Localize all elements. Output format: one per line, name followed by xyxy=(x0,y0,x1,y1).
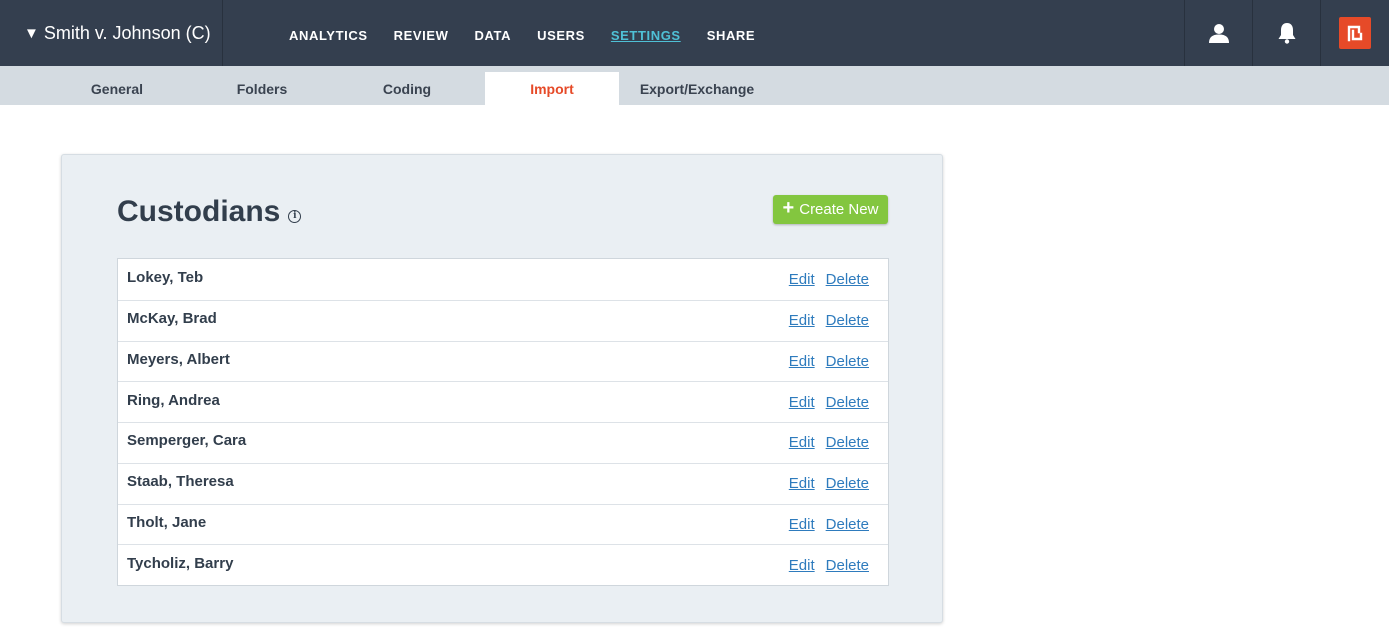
edit-link[interactable]: Edit xyxy=(789,475,815,492)
delete-link[interactable]: Delete xyxy=(826,271,869,288)
delete-link[interactable]: Delete xyxy=(826,557,869,574)
edit-link[interactable]: Edit xyxy=(789,516,815,533)
custodian-name: Ring, Andrea xyxy=(127,391,220,409)
table-row: Ring, Andrea Edit Delete xyxy=(118,381,888,422)
tab-export-exchange[interactable]: Export/Exchange xyxy=(630,72,764,105)
table-row: Tholt, Jane Edit Delete xyxy=(118,503,888,545)
user-icon xyxy=(1208,24,1229,43)
plus-icon: + xyxy=(782,197,795,219)
custodian-name: Lokey, Teb xyxy=(127,268,204,286)
row-actions: Edit Delete xyxy=(778,505,869,545)
create-new-button[interactable]: + Create New xyxy=(773,195,888,224)
tab-coding[interactable]: Coding xyxy=(340,72,474,105)
delete-link[interactable]: Delete xyxy=(826,434,869,451)
edit-link[interactable]: Edit xyxy=(789,434,815,451)
row-actions: Edit Delete xyxy=(778,301,869,341)
table-row: Meyers, Albert Edit Delete xyxy=(118,340,888,382)
nav-review[interactable]: REVIEW xyxy=(394,24,449,43)
brand-logo-button[interactable] xyxy=(1320,0,1389,66)
nav-users[interactable]: USERS xyxy=(537,24,585,43)
edit-link[interactable]: Edit xyxy=(789,312,815,329)
custodian-name: McKay, Brad xyxy=(127,310,217,328)
custodians-panel: Custodians i + Create New Lokey, Teb Edit… xyxy=(61,154,943,623)
user-menu-button[interactable] xyxy=(1184,0,1252,66)
tab-import[interactable]: Import xyxy=(485,72,619,105)
tab-general[interactable]: General xyxy=(50,72,184,105)
tab-folders[interactable]: Folders xyxy=(195,72,329,105)
case-selector[interactable]: ▼ Smith v. Johnson (C) xyxy=(0,0,223,66)
settings-subtabs: General Folders Coding Import Export/Exc… xyxy=(0,66,1389,105)
page-title: Custodians i xyxy=(117,195,302,229)
edit-link[interactable]: Edit xyxy=(789,271,815,288)
custodian-list: Lokey, Teb Edit Delete McKay, Brad Edit Delet… xyxy=(117,258,889,586)
edit-link[interactable]: Edit xyxy=(789,557,815,574)
top-navigation-bar: ▼ Smith v. Johnson (C) ANALYTICS REVIEW … xyxy=(0,0,1389,66)
row-actions: Edit Delete xyxy=(778,464,869,504)
brand-logo-icon xyxy=(1339,17,1371,49)
notifications-button[interactable] xyxy=(1252,0,1320,66)
dropdown-caret-icon: ▼ xyxy=(24,24,39,42)
main-nav: ANALYTICS REVIEW DATA USERS SETTINGS SHA… xyxy=(289,0,781,66)
nav-share[interactable]: SHARE xyxy=(707,24,756,43)
row-actions: Edit Delete xyxy=(778,259,869,300)
create-new-label: Create New xyxy=(799,201,879,218)
edit-link[interactable]: Edit xyxy=(789,394,815,411)
bell-icon xyxy=(1278,23,1295,44)
delete-link[interactable]: Delete xyxy=(826,312,869,329)
edit-link[interactable]: Edit xyxy=(789,353,815,370)
nav-data[interactable]: DATA xyxy=(475,24,512,43)
header-actions xyxy=(1184,0,1389,66)
custodian-name: Tycholiz, Barry xyxy=(127,554,234,572)
table-row: Staab, Theresa Edit Delete xyxy=(118,462,888,504)
table-row: Semperger, Cara Edit Delete xyxy=(118,422,888,463)
custodian-name: Semperger, Cara xyxy=(127,432,247,450)
row-actions: Edit Delete xyxy=(778,382,869,422)
custodian-name: Staab, Theresa xyxy=(127,473,234,491)
delete-link[interactable]: Delete xyxy=(826,394,869,411)
table-row: Tycholiz, Barry Edit Delete xyxy=(118,544,888,585)
custodian-name: Tholt, Jane xyxy=(127,513,207,531)
info-icon[interactable]: i xyxy=(288,209,302,223)
table-row: McKay, Brad Edit Delete xyxy=(118,299,888,341)
delete-link[interactable]: Delete xyxy=(826,516,869,533)
nav-analytics[interactable]: ANALYTICS xyxy=(289,24,368,43)
page-title-text: Custodians xyxy=(117,195,281,228)
nav-settings[interactable]: SETTINGS xyxy=(611,24,681,43)
row-actions: Edit Delete xyxy=(778,423,869,463)
delete-link[interactable]: Delete xyxy=(826,353,869,370)
delete-link[interactable]: Delete xyxy=(826,475,869,492)
table-row: Lokey, Teb Edit Delete xyxy=(118,259,888,300)
row-actions: Edit Delete xyxy=(778,545,869,585)
custodian-name: Meyers, Albert xyxy=(127,350,230,368)
case-name: Smith v. Johnson (C) xyxy=(43,22,211,43)
row-actions: Edit Delete xyxy=(778,342,869,382)
